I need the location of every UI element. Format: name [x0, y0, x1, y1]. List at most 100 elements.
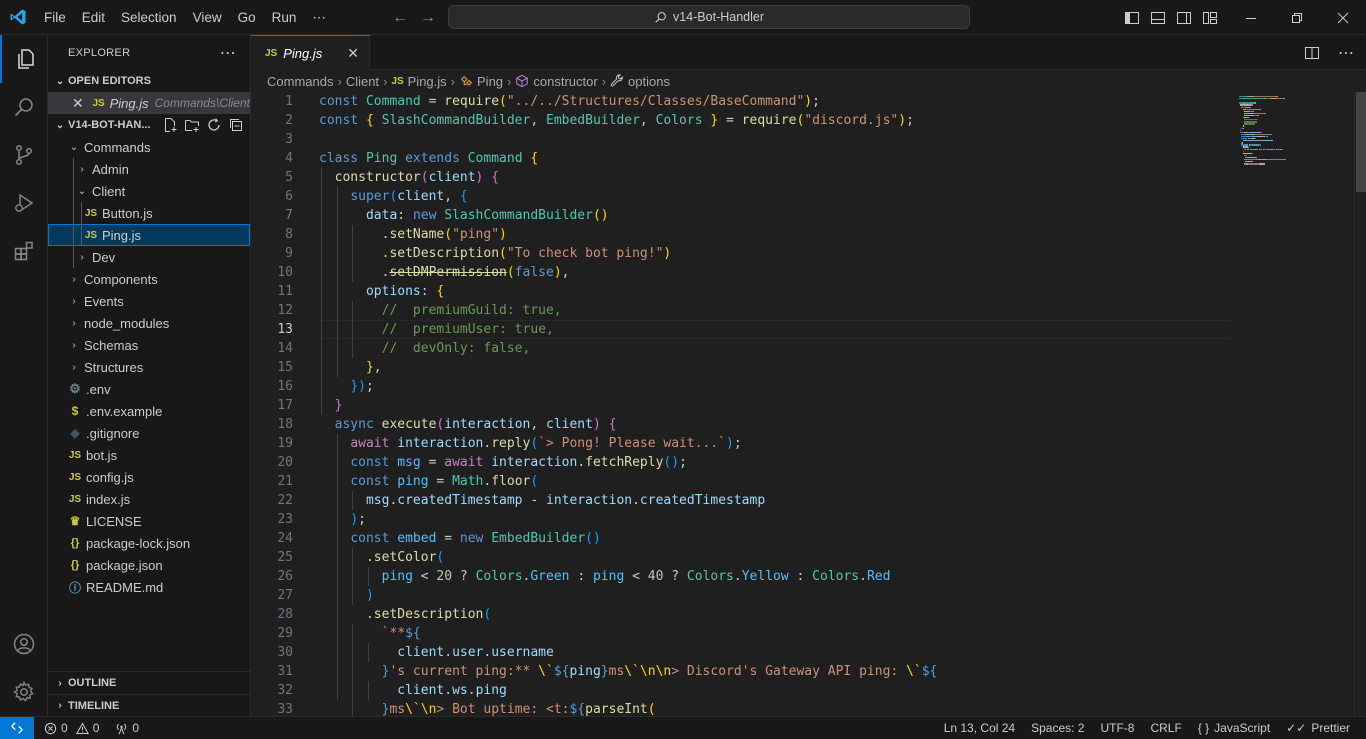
- open-editor-item[interactable]: ✕ JS Ping.js Commands\Client: [48, 92, 250, 114]
- code-editor[interactable]: 1 const Command = require("../../Structur…: [251, 92, 1231, 716]
- forward-arrow-icon[interactable]: →: [420, 9, 436, 27]
- tree-item[interactable]: ⌄ Commands: [48, 136, 250, 158]
- chevron-down-icon: ⌄: [55, 119, 65, 131]
- tree-item[interactable]: JS Ping.js: [48, 224, 250, 246]
- code-line: );: [319, 510, 366, 529]
- tree-item[interactable]: › Dev: [48, 246, 250, 268]
- tree-item[interactable]: JS Button.js: [48, 202, 250, 224]
- more-actions-icon[interactable]: ⋯: [1338, 43, 1354, 63]
- breadcrumb-method[interactable]: constructor: [533, 74, 597, 89]
- menu-run[interactable]: Run: [264, 0, 305, 35]
- menu-more[interactable]: ⋯: [304, 0, 334, 35]
- tree-item[interactable]: ♛ LICENSE: [48, 510, 250, 532]
- code-token: embed: [397, 531, 437, 546]
- code-token: (: [499, 246, 507, 261]
- code-token: \`: [906, 664, 922, 679]
- back-arrow-icon[interactable]: ←: [392, 9, 408, 27]
- new-file-icon[interactable]: [162, 117, 178, 133]
- tree-item[interactable]: › Structures: [48, 356, 250, 378]
- vscode-logo-icon[interactable]: [0, 0, 36, 35]
- code-token: await: [444, 455, 492, 470]
- tree-item[interactable]: {} package-lock.json: [48, 532, 250, 554]
- explorer-more-button[interactable]: ⋯: [220, 43, 236, 63]
- new-folder-icon[interactable]: [184, 117, 200, 133]
- tree-item[interactable]: › Schemas: [48, 334, 250, 356]
- tree-item[interactable]: › Events: [48, 290, 250, 312]
- status-right-items: Ln 13, Col 24 Spaces: 2 UTF-8 CRLF { } J…: [944, 717, 1350, 739]
- encoding[interactable]: UTF-8: [1100, 721, 1134, 735]
- search-icon[interactable]: [0, 83, 48, 131]
- toggle-secondary-sidebar-icon[interactable]: [1176, 10, 1192, 26]
- tree-item[interactable]: ◆ .gitignore: [48, 422, 250, 444]
- formatter-status[interactable]: ✓✓ Prettier: [1286, 721, 1350, 735]
- extensions-icon[interactable]: [0, 227, 48, 275]
- restore-button[interactable]: [1274, 0, 1320, 35]
- cursor-position[interactable]: Ln 13, Col 24: [944, 721, 1015, 735]
- code-token: // premiumGuild: true,: [381, 303, 562, 318]
- code-token: }: [334, 398, 343, 413]
- menu-view[interactable]: View: [185, 0, 230, 35]
- menu-selection[interactable]: Selection: [113, 0, 185, 35]
- close-editor-icon[interactable]: ✕: [72, 95, 90, 112]
- tree-item[interactable]: ⌄ Client: [48, 180, 250, 202]
- tree-item[interactable]: ⓘ README.md: [48, 576, 250, 598]
- tree-item[interactable]: JS bot.js: [48, 444, 250, 466]
- minimap[interactable]: [1231, 92, 1353, 716]
- menu-edit[interactable]: Edit: [74, 0, 113, 35]
- tree-item[interactable]: › node_modules: [48, 312, 250, 334]
- collapse-all-icon[interactable]: [228, 117, 244, 133]
- tree-item[interactable]: ⚙ .env: [48, 378, 250, 400]
- menu-file[interactable]: File: [36, 0, 74, 35]
- code-token: ${: [569, 702, 586, 716]
- end-of-line[interactable]: CRLF: [1150, 721, 1181, 735]
- language-mode[interactable]: { } JavaScript: [1198, 721, 1270, 735]
- open-editors-section[interactable]: ⌄ OPEN EDITORS: [48, 70, 250, 92]
- customize-layout-icon[interactable]: [1202, 10, 1218, 26]
- remote-indicator-icon[interactable]: [0, 716, 34, 739]
- tree-item[interactable]: JS index.js: [48, 488, 250, 510]
- minimize-button[interactable]: [1228, 0, 1274, 35]
- broadcast-icon: [117, 723, 127, 734]
- timeline-section[interactable]: › TIMELINE: [48, 694, 250, 716]
- indentation[interactable]: Spaces: 2: [1031, 721, 1084, 735]
- source-control-icon[interactable]: [0, 131, 48, 179]
- code-line: }ms\`\n> Bot uptime: <t:${parseInt(: [319, 700, 656, 716]
- workspace-section[interactable]: ⌄ V14-BOT-HAN...: [48, 114, 250, 136]
- menu-go[interactable]: Go: [230, 0, 264, 35]
- manage-gear-icon[interactable]: [0, 668, 48, 716]
- breadcrumb-property[interactable]: options: [628, 74, 670, 89]
- breadcrumb-file[interactable]: Ping.js: [408, 74, 447, 89]
- js-file-icon: JS: [265, 47, 278, 59]
- refresh-icon[interactable]: [206, 117, 222, 133]
- command-center-search[interactable]: v14-Bot-Handler: [448, 5, 970, 29]
- toggle-panel-icon[interactable]: [1150, 10, 1166, 26]
- outline-section[interactable]: › OUTLINE: [48, 672, 250, 694]
- scrollbar-thumb[interactable]: [1356, 92, 1366, 192]
- file-tree: ⌄ Commands › Admin ⌄ Client JS Button.js JS Ping.…: [48, 136, 250, 598]
- breadcrumb-class[interactable]: Ping: [477, 74, 503, 89]
- line-number: 9: [285, 246, 293, 261]
- breadcrumb-folder-client[interactable]: Client: [346, 74, 379, 89]
- explorer-icon[interactable]: [0, 35, 48, 83]
- close-window-button[interactable]: [1320, 0, 1366, 35]
- code-token: ping: [592, 569, 625, 584]
- tree-item[interactable]: › Components: [48, 268, 250, 290]
- close-tab-icon[interactable]: ✕: [347, 45, 359, 62]
- minimap-stroke: [1243, 98, 1256, 100]
- tree-item[interactable]: $ .env.example: [48, 400, 250, 422]
- tree-item[interactable]: › Admin: [48, 158, 250, 180]
- tree-item[interactable]: JS config.js: [48, 466, 250, 488]
- code-token: constructor: [334, 170, 421, 185]
- accounts-icon[interactable]: [0, 620, 48, 668]
- tree-item[interactable]: {} package.json: [48, 554, 250, 576]
- ports-status[interactable]: 0: [115, 721, 139, 735]
- split-editor-icon[interactable]: [1304, 45, 1320, 61]
- run-debug-icon[interactable]: [0, 179, 48, 227]
- toggle-primary-sidebar-icon[interactable]: [1124, 10, 1140, 26]
- editor-scrollbar[interactable]: [1354, 92, 1366, 716]
- breadcrumb-folder-commands[interactable]: Commands: [267, 74, 333, 89]
- problems-status[interactable]: 0 0: [44, 721, 99, 735]
- tab-ping-js[interactable]: JS Ping.js ✕: [251, 35, 370, 70]
